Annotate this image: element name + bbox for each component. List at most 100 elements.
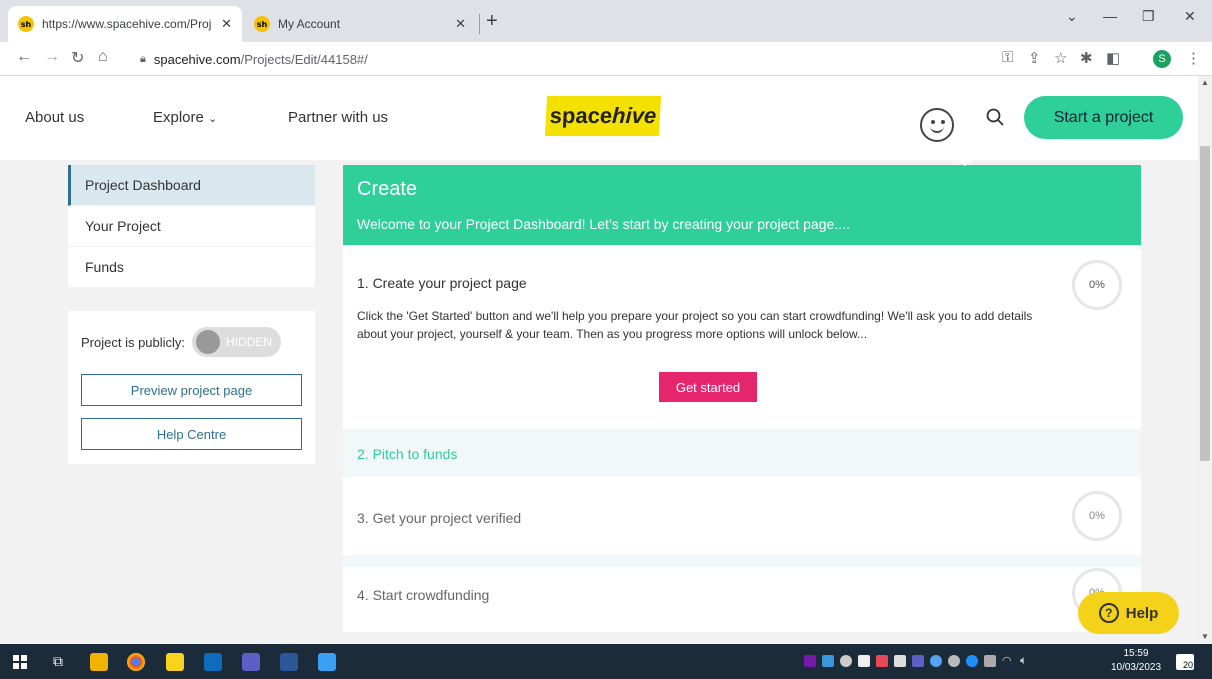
step-start-crowdfunding: 4. Start crowdfunding 0% [343, 567, 1141, 632]
taskbar-clock[interactable]: 15:59 10/03/2023 [1110, 647, 1162, 675]
volume-tray-icon[interactable]: 🔈︎ [1020, 653, 1027, 668]
step-pitch-to-funds[interactable]: 2. Pitch to funds [343, 429, 1141, 477]
bookmark-star-icon[interactable]: ☆ [1054, 49, 1067, 67]
browser-menu-icon[interactable]: ⋮ [1186, 49, 1201, 67]
nav-explore[interactable]: Explore ⌄ [153, 109, 217, 126]
project-visibility-panel: Project is publicly: HIDDEN Preview proj… [68, 311, 315, 464]
address-bar: ← → ↻ ⌂ 🔒︎ spacehive.com/Projects/Edit/4… [0, 42, 1212, 76]
reload-icon[interactable]: ↻ [71, 48, 84, 68]
sidebar-item-funds[interactable]: Funds [68, 247, 315, 288]
toggle-state-label: HIDDEN [226, 335, 273, 349]
screen-tray-icon[interactable] [822, 655, 834, 667]
device-tray-icon[interactable] [894, 655, 906, 667]
spacehive-favicon-icon: sh [254, 16, 270, 32]
chevron-down-icon: ⌄ [208, 113, 218, 125]
sidebar-item-your-project[interactable]: Your Project [68, 206, 315, 247]
security-tray-icon[interactable] [876, 655, 888, 667]
side-panel-icon[interactable]: ◧ [1106, 49, 1120, 67]
teams-tray-icon[interactable] [912, 655, 924, 667]
lock-icon: 🔒︎ [140, 52, 146, 65]
step-progress-circle: 0% [1072, 260, 1122, 310]
tab-search-chevron-icon[interactable]: ⌄ [1066, 8, 1078, 25]
outlook-icon[interactable] [204, 653, 222, 671]
scroll-down-icon[interactable]: ▼ [1201, 632, 1209, 641]
preview-project-page-button[interactable]: Preview project page [81, 374, 302, 406]
search-icon[interactable] [986, 108, 1004, 126]
back-arrow-icon[interactable]: ← [16, 48, 32, 66]
tab-close-icon[interactable]: ✕ [221, 16, 232, 32]
url-host: spacehive.com [153, 51, 241, 67]
sticky-notes-icon[interactable] [166, 653, 184, 671]
tab-separator [479, 14, 480, 34]
start-a-project-button[interactable]: Start a project [1024, 96, 1183, 139]
home-icon[interactable]: ⌂ [98, 48, 108, 66]
sidebar-item-project-dashboard[interactable]: Project Dashboard [68, 165, 315, 206]
battery-tray-icon[interactable] [984, 655, 996, 667]
bluetooth-tray-icon[interactable] [966, 655, 978, 667]
user-account-smiley-icon[interactable] [920, 108, 954, 142]
help-label: Help [1125, 604, 1159, 622]
forward-arrow-icon[interactable]: → [44, 48, 60, 66]
page-scrollbar[interactable]: ▲ ▼ [1198, 76, 1212, 644]
create-title: Create [357, 178, 418, 200]
onedrive-tray-icon[interactable] [930, 655, 942, 667]
logo-text-italic: hive [611, 103, 657, 128]
nav-explore-label: Explore [153, 109, 204, 126]
spacehive-logo[interactable]: space hive [544, 96, 662, 136]
clock-date: 10/03/2023 [1110, 662, 1162, 673]
url-path: /Projects/Edit/44158#/ [240, 51, 368, 67]
extensions-puzzle-icon[interactable]: ✱ [1080, 49, 1093, 67]
question-mark-icon: ? [1098, 603, 1119, 623]
word-icon[interactable] [280, 653, 298, 671]
tab-close-icon[interactable]: ✕ [455, 16, 466, 32]
help-widget-button[interactable]: ? Help [1078, 592, 1179, 634]
site-header: About us Explore ⌄ Partner with us space… [0, 76, 1198, 160]
tab-title: https://www.spacehive.com/Proj [42, 17, 212, 31]
dashboard-main: Create Welcome to your Project Dashboard… [343, 165, 1141, 632]
mail-tray-icon[interactable] [858, 655, 870, 667]
chrome-icon[interactable] [127, 653, 145, 671]
share-icon[interactable]: ⇪ [1028, 49, 1041, 67]
new-tab-icon[interactable]: + [486, 10, 498, 33]
nav-about-us[interactable]: About us [25, 109, 84, 126]
scrollbar-thumb[interactable] [1200, 146, 1210, 461]
browser-tab-active[interactable]: sh https://www.spacehive.com/Proj ✕ [8, 6, 242, 42]
wifi-tray-icon[interactable]: ◠ [1002, 654, 1012, 667]
spacehive-favicon-icon: sh [18, 16, 34, 32]
headset-tray-icon[interactable] [840, 655, 852, 667]
profile-avatar[interactable]: S [1153, 50, 1171, 68]
step-title: 2. Pitch to funds [357, 446, 458, 462]
visibility-row: Project is publicly: HIDDEN [81, 327, 282, 357]
onenote-tray-icon[interactable] [804, 655, 816, 667]
power-automate-icon[interactable] [318, 653, 336, 671]
window-close-icon[interactable]: ✕ [1184, 8, 1196, 25]
scroll-up-icon[interactable]: ▲ [1201, 78, 1209, 87]
dashboard-side-menu: Project Dashboard Your Project Funds [68, 165, 315, 288]
restore-icon[interactable]: ❐ [1142, 8, 1155, 25]
notification-center-icon[interactable]: 20 [1176, 654, 1194, 670]
sync-tray-icon[interactable] [948, 655, 960, 667]
browser-tab-bar: sh https://www.spacehive.com/Proj ✕ sh M… [0, 0, 1212, 42]
visibility-label: Project is publicly: [81, 334, 186, 350]
help-centre-button[interactable]: Help Centre [81, 418, 302, 450]
step-divider [343, 555, 1141, 567]
minimize-icon[interactable]: — [1103, 8, 1117, 24]
step-create-project-page: 1. Create your project page 0% Click the… [343, 245, 1141, 429]
toggle-knob [196, 330, 221, 354]
url-field[interactable]: 🔒︎ spacehive.com/Projects/Edit/44158#/ [140, 47, 1020, 71]
account-dropdown-pointer [955, 158, 975, 166]
get-started-button[interactable]: Get started [659, 372, 757, 402]
tab-title: My Account [278, 17, 341, 31]
task-view-icon[interactable]: ⧉ [53, 653, 63, 670]
windows-start-icon[interactable] [13, 655, 27, 669]
step-get-verified: 3. Get your project verified 0% [343, 477, 1141, 555]
visibility-toggle[interactable]: HIDDEN [192, 327, 282, 357]
step-title: 4. Start crowdfunding [357, 587, 490, 603]
file-explorer-icon[interactable] [90, 653, 108, 671]
key-icon[interactable]: ⚿ [1002, 49, 1013, 66]
nav-partner-with-us[interactable]: Partner with us [288, 109, 388, 126]
create-header: Create Welcome to your Project Dashboard… [343, 165, 1141, 245]
teams-icon[interactable] [242, 653, 260, 671]
step-description: Click the 'Get Started' button and we'll… [357, 309, 1033, 341]
browser-tab-my-account[interactable]: sh My Account ✕ [244, 6, 476, 42]
